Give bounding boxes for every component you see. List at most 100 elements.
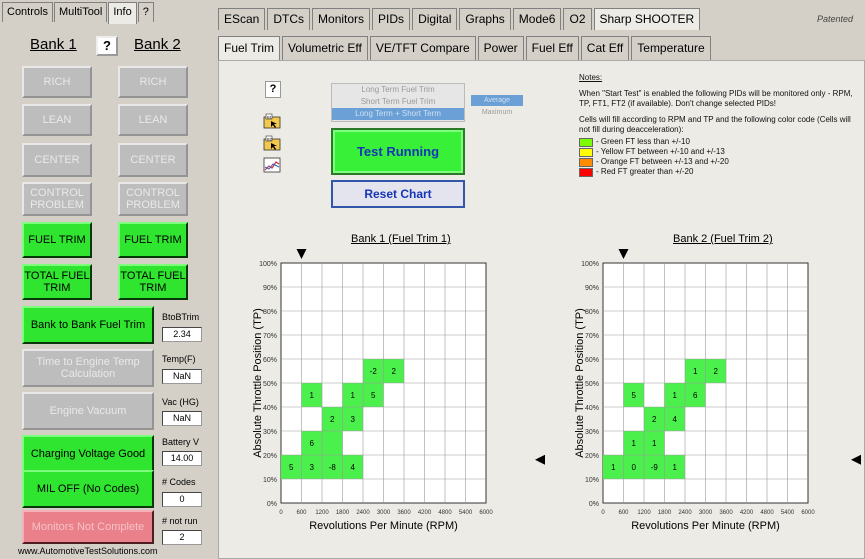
tab-sharp-shooter[interactable]: Sharp SHOOTER xyxy=(593,8,701,30)
rpm-marker-icon xyxy=(296,249,307,259)
bank2-lean-indicator[interactable]: LEAN xyxy=(118,104,188,136)
engine-temp-time-button[interactable]: Time to Engine Temp Calculation xyxy=(22,349,154,387)
y-tick-label: 100% xyxy=(581,261,599,268)
bank1-fuel-trim-button[interactable]: FUEL TRIM xyxy=(22,222,92,258)
legend-text: - Orange FT between +/-13 and +/-20 xyxy=(596,157,729,166)
option-short-term[interactable]: Short Term Fuel Trim xyxy=(332,96,464,108)
indicator-label: LEAN xyxy=(138,114,168,126)
bank-help-button[interactable]: ? xyxy=(96,36,118,56)
y-tick-label: 0% xyxy=(267,501,277,508)
maximum-button[interactable]: Maximum xyxy=(471,107,523,118)
item-label: Monitors Not Complete xyxy=(31,521,145,533)
option-long-term[interactable]: Long Term Fuel Trim xyxy=(332,84,464,96)
y-tick-label: 0% xyxy=(589,501,599,508)
cell-value-label: 1 xyxy=(351,391,356,400)
indicator-label: RICH xyxy=(43,76,71,88)
bank2-fuel-trim-button[interactable]: FUEL TRIM xyxy=(118,222,188,258)
x-tick-label: 1800 xyxy=(658,510,672,516)
bank2-control-problem-indicator[interactable]: CONTROL PROBLEM xyxy=(118,182,188,216)
y-tick-label: 50% xyxy=(263,381,277,388)
tab-fuel-eff[interactable]: Fuel Eff xyxy=(525,36,579,60)
cell-value-label: 2 xyxy=(330,415,335,424)
cell-value-label: 3 xyxy=(310,463,315,472)
indicator-label: CENTER xyxy=(34,154,80,166)
tab-volumetric-eff[interactable]: Volumetric Eff xyxy=(282,36,368,60)
tab-monitors[interactable]: Monitors xyxy=(312,8,371,30)
bank2-fuel-trim-chart[interactable]: 1 0 -9 11 12 45 1 61 20%10%20%30%40%50%60%70%80%… xyxy=(571,245,863,557)
tab-dtcs[interactable]: DTCs xyxy=(267,8,311,30)
tab-digital[interactable]: Digital xyxy=(412,8,458,30)
cell-value-label: 1 xyxy=(693,367,698,376)
y-tick-label: 90% xyxy=(263,285,277,292)
bank1-lean-indicator[interactable]: LEAN xyxy=(22,104,92,136)
charging-voltage-button[interactable]: Charging Voltage Good xyxy=(22,435,154,473)
help-button[interactable]: ? xyxy=(265,81,281,98)
monitors-status-button[interactable]: Monitors Not Complete xyxy=(22,510,154,544)
trim-graph-icon[interactable] xyxy=(263,157,281,173)
test-running-button[interactable]: Test Running xyxy=(331,128,465,175)
indicator-label: CENTER xyxy=(130,154,176,166)
x-tick-label: 3000 xyxy=(377,510,391,516)
x-tick-label: 2400 xyxy=(356,510,370,516)
y-axis-label: Absolute Throttle Position (TP) xyxy=(252,308,264,458)
legend-text: - Yellow FT between +/-10 and +/-13 xyxy=(596,147,725,156)
bank2-cursor-icon[interactable]: B2 xyxy=(263,135,281,151)
bank2-label[interactable]: Bank 2 xyxy=(134,36,181,53)
tab-help[interactable]: ? xyxy=(137,2,154,22)
bank1-cursor-icon[interactable]: B1 xyxy=(263,113,281,129)
cell-value-label: 4 xyxy=(673,415,678,424)
bank1-label[interactable]: Bank 1 xyxy=(30,36,77,53)
bank2-total-fuel-trim-button[interactable]: TOTAL FUEL TRIM xyxy=(118,264,188,300)
reset-chart-button[interactable]: Reset Chart xyxy=(331,180,465,208)
heatmap-cell xyxy=(322,431,343,455)
website-footer: www.AutomotiveTestSolutions.com xyxy=(18,546,158,556)
tab-ve-tft-compare[interactable]: VE/TFT Compare xyxy=(369,36,476,60)
average-button[interactable]: Average xyxy=(471,95,523,106)
tab-temperature[interactable]: Temperature xyxy=(631,36,711,60)
tab-multitool[interactable]: MultiTool xyxy=(53,2,108,22)
notes-header: Notes: xyxy=(579,73,603,82)
tab-o2[interactable]: O2 xyxy=(563,8,592,30)
engine-vacuum-button[interactable]: Engine Vacuum xyxy=(22,392,154,430)
y-tick-label: 20% xyxy=(585,453,599,460)
bank2-rich-indicator[interactable]: RICH xyxy=(118,66,188,98)
bank1-rich-indicator[interactable]: RICH xyxy=(22,66,92,98)
tab-fuel-trim[interactable]: Fuel Trim xyxy=(218,36,281,60)
y-axis-label: Absolute Throttle Position (TP) xyxy=(574,308,586,458)
tab-controls[interactable]: Controls xyxy=(2,2,53,22)
legend-text: - Green FT less than +/-10 xyxy=(596,137,690,146)
item-label: Bank to Bank Fuel Trim xyxy=(30,319,146,331)
x-tick-label: 0 xyxy=(601,510,605,516)
bank1-fuel-trim-chart[interactable]: 5 3 -8 462 31 1 5-2 20%10%20%30%40%50%60%70%80%… xyxy=(249,245,549,557)
codes-value: 0 xyxy=(162,492,202,507)
cell-value-label: -8 xyxy=(329,463,337,472)
tab-cat-eff[interactable]: Cat Eff xyxy=(580,36,630,60)
cell-value-label: -2 xyxy=(370,367,378,376)
bank-to-bank-fuel-trim-button[interactable]: Bank to Bank Fuel Trim xyxy=(22,306,154,344)
tab-mode6[interactable]: Mode6 xyxy=(512,8,562,30)
indicator-label: FUEL TRIM xyxy=(124,234,182,246)
tab-escan[interactable]: EScan xyxy=(218,8,266,30)
bank1-control-problem-indicator[interactable]: CONTROL PROBLEM xyxy=(22,182,92,216)
cell-value-label: 6 xyxy=(693,391,698,400)
indicator-label: CONTROL PROBLEM xyxy=(126,187,180,211)
option-long-plus-short[interactable]: Long Term + Short Term xyxy=(332,108,464,120)
tab-info[interactable]: Info xyxy=(108,2,137,24)
throttle-marker-icon xyxy=(535,454,545,465)
tab-pids[interactable]: PIDs xyxy=(372,8,411,30)
fuel-trim-content: ? B1 B2 Long Term Fuel Trim Short Term F… xyxy=(218,60,865,559)
x-tick-label: 3600 xyxy=(719,510,733,516)
left-panel: Controls MultiTool Info ? Bank 1 ? Bank … xyxy=(0,0,208,559)
bank1-center-indicator[interactable]: CENTER xyxy=(22,143,92,177)
mil-status-button[interactable]: MIL OFF (No Codes) xyxy=(22,470,154,508)
cell-value-label: 5 xyxy=(289,463,294,472)
x-tick-label: 6000 xyxy=(801,510,815,516)
tab-graphs[interactable]: Graphs xyxy=(459,8,511,30)
throttle-marker-icon xyxy=(851,454,861,465)
cell-value-label: 5 xyxy=(632,391,637,400)
cell-value-label: 1 xyxy=(673,391,678,400)
tab-power[interactable]: Power xyxy=(477,36,524,60)
bank2-center-indicator[interactable]: CENTER xyxy=(118,143,188,177)
bank1-total-fuel-trim-button[interactable]: TOTAL FUEL TRIM xyxy=(22,264,92,300)
trim-type-list[interactable]: Long Term Fuel Trim Short Term Fuel Trim… xyxy=(331,83,465,122)
